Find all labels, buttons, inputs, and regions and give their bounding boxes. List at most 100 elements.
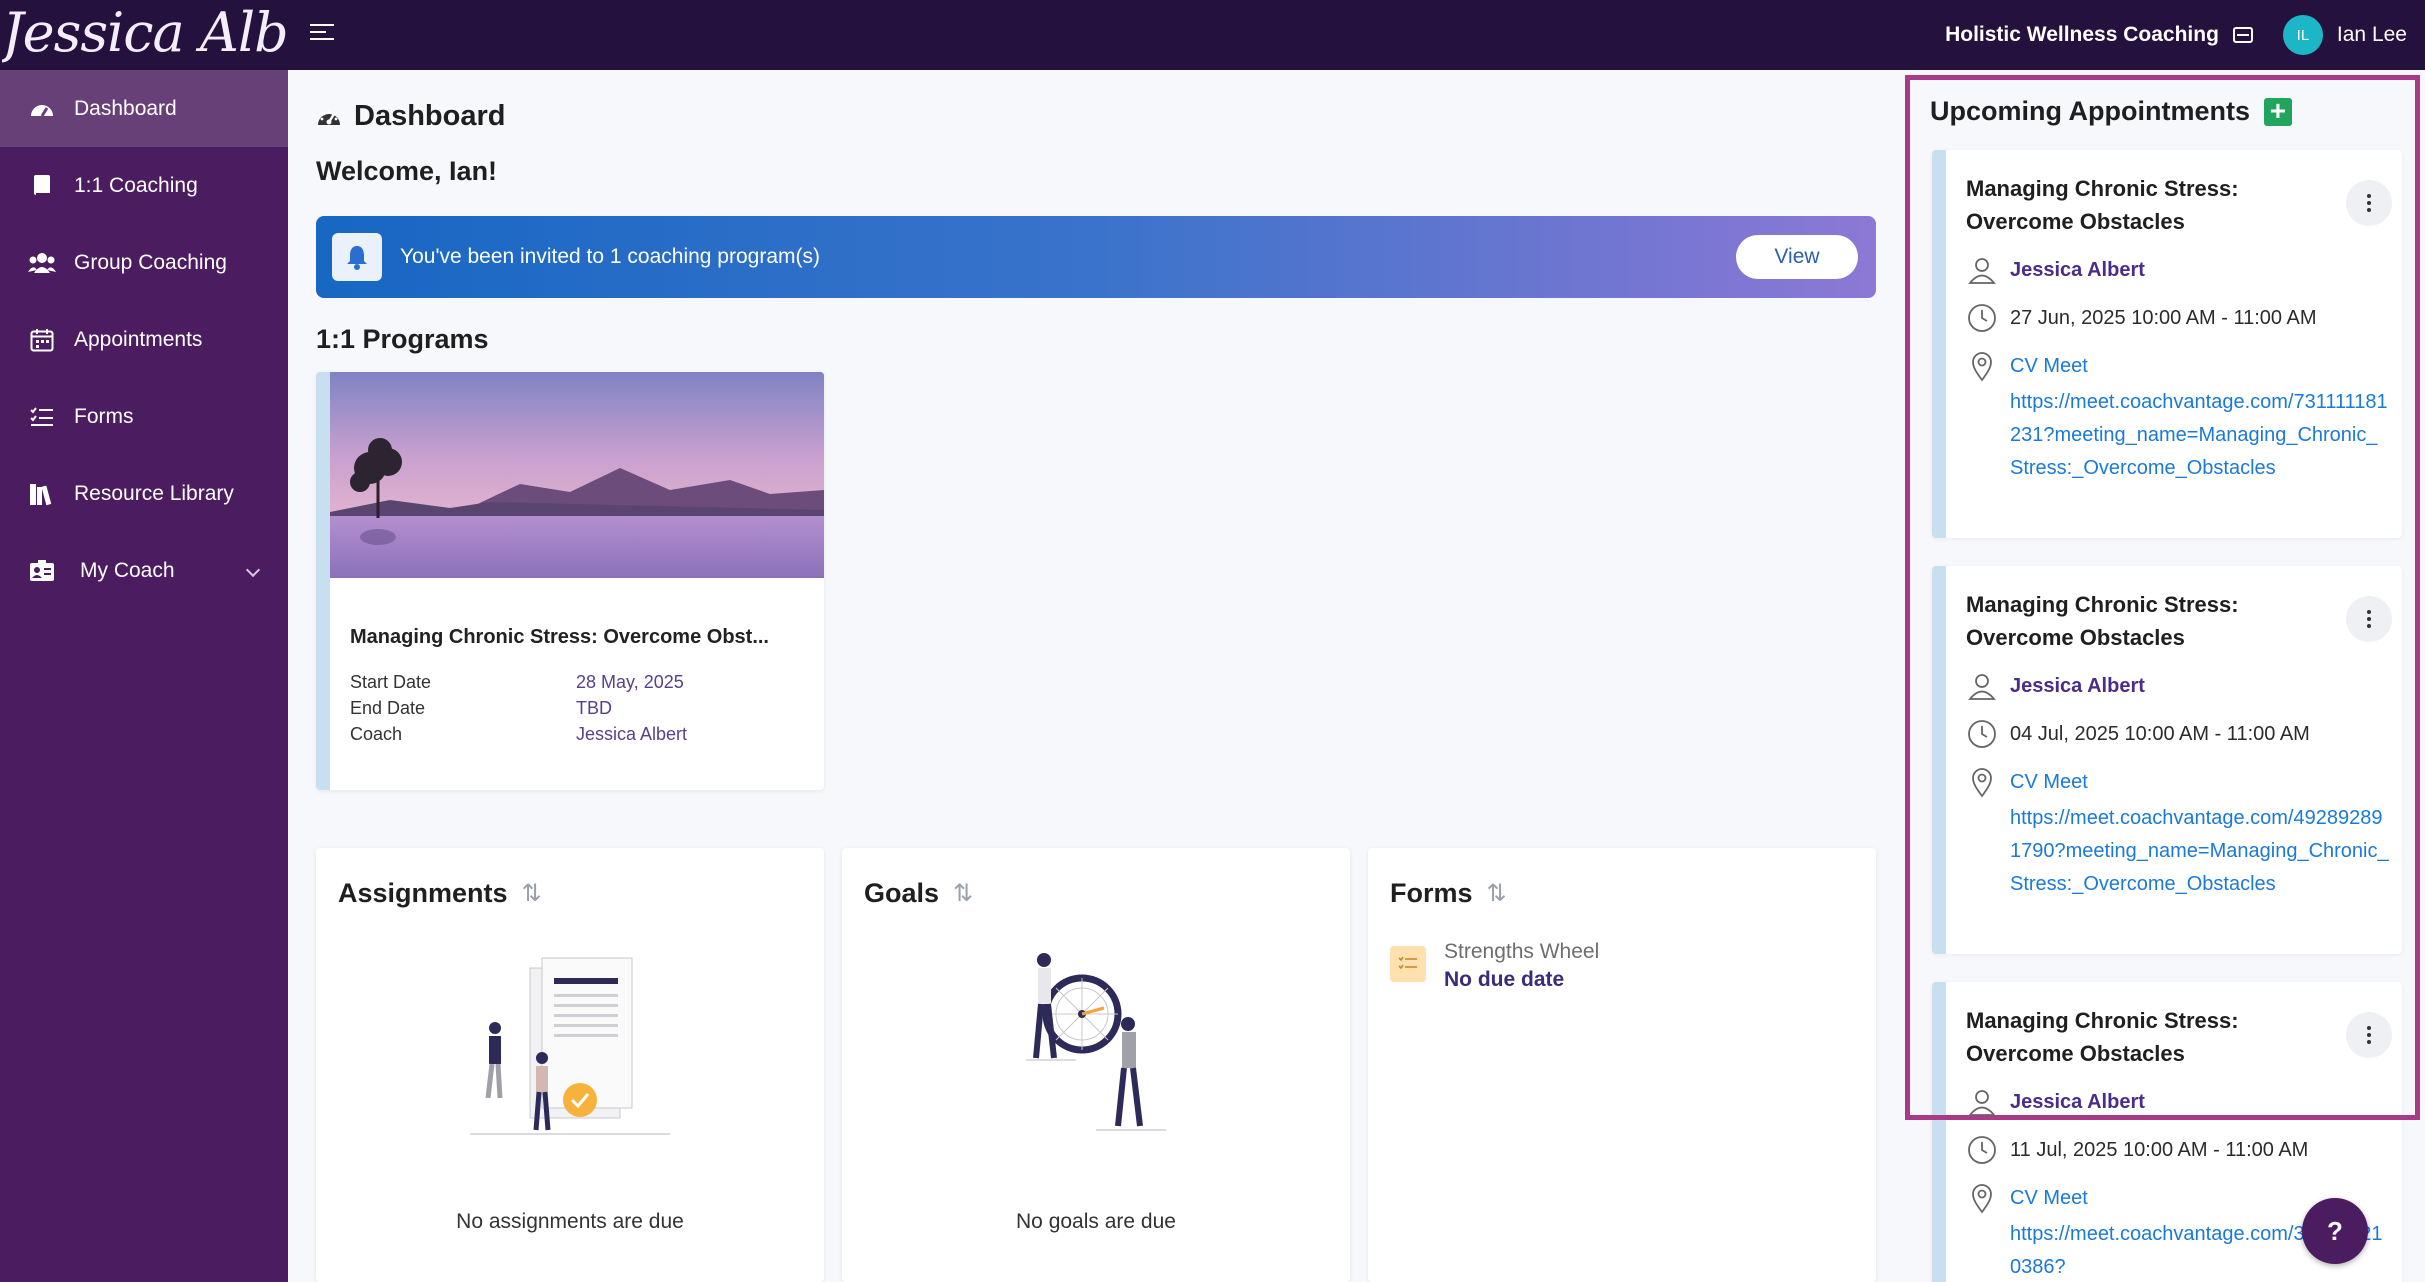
appointment-coach-row: Jessica Albert xyxy=(1966,670,2145,702)
start-date-label: Start Date xyxy=(350,672,432,692)
program-name[interactable]: Managing Chronic Stress: Overcome Obst..… xyxy=(350,626,810,649)
user-name[interactable]: Ian Lee xyxy=(2337,23,2407,47)
users-icon xyxy=(28,250,56,276)
location-pin-icon xyxy=(1972,1184,1992,1214)
page-title-text: Dashboard xyxy=(354,100,506,132)
coach-label: Coach xyxy=(350,724,403,744)
book-icon xyxy=(28,173,56,199)
appointment-title[interactable]: Managing Chronic Stress: Overcome Obstac… xyxy=(1966,1004,2326,1070)
avatar[interactable]: IL xyxy=(2282,15,2323,55)
form-checklist-icon xyxy=(1390,946,1426,982)
sidebar-item-appointments[interactable]: Appointments xyxy=(0,301,288,378)
sort-icon[interactable]: ⇅ xyxy=(1487,879,1507,908)
assignments-illustration xyxy=(470,957,670,1135)
more-options-icon[interactable] xyxy=(2346,1012,2392,1058)
help-button[interactable]: ? xyxy=(2302,1198,2368,1264)
form-due-date: No due date xyxy=(1444,968,1565,991)
appointment-coach[interactable]: Jessica Albert xyxy=(2010,259,2145,282)
appointment-card[interactable]: Managing Chronic Stress: Overcome Obstac… xyxy=(1932,150,2402,538)
appointment-location[interactable]: CV Meet xyxy=(2010,1187,2088,1210)
sidebar-item-1-1-coaching[interactable]: 1:1 Coaching xyxy=(0,147,288,224)
assignments-widget: Assignments ⇅ No assignments are due xyxy=(316,848,824,1282)
sidebar-item-label: Dashboard xyxy=(74,96,177,120)
clock-icon xyxy=(1968,720,1996,748)
appointment-time: 04 Jul, 2025 10:00 AM - 11:00 AM xyxy=(2010,722,2310,745)
appointment-time-row: 27 Jun, 2025 10:00 AM - 11:00 AM xyxy=(1966,302,2317,334)
appointment-coach[interactable]: Jessica Albert xyxy=(2010,675,2145,698)
sidebar-item-label: 1:1 Coaching xyxy=(74,173,198,197)
goals-title: Goals ⇅ xyxy=(864,878,973,909)
forms-title-text: Forms xyxy=(1390,878,1473,908)
top-bar: Jessica Albert Holistic Wellness Coachin… xyxy=(0,0,2425,70)
sidebar-item-label: Forms xyxy=(74,404,134,428)
add-appointment-icon[interactable]: + xyxy=(2263,96,2292,126)
switch-organization-icon[interactable] xyxy=(2232,27,2253,43)
appointments-panel-title-text: Upcoming Appointments xyxy=(1930,96,2250,126)
end-date-value: TBD xyxy=(576,698,612,718)
checklist-icon xyxy=(28,404,56,430)
chevron-down-icon[interactable] xyxy=(245,562,261,578)
dashboard-gauge-icon xyxy=(28,96,56,122)
appointment-coach[interactable]: Jessica Albert xyxy=(2010,1091,2145,1114)
appointment-coach-row: Jessica Albert xyxy=(1966,254,2145,286)
menu-toggle-icon[interactable] xyxy=(310,24,334,46)
sidebar-item-resource-library[interactable]: Resource Library xyxy=(0,455,288,532)
location-pin-icon xyxy=(1972,352,1992,382)
calendar-icon xyxy=(28,327,56,353)
bell-icon xyxy=(332,233,382,281)
sidebar-item-label: Appointments xyxy=(74,327,203,351)
meeting-link[interactable]: https://meet.coachvantage.com/4928928917… xyxy=(2010,802,2390,901)
goals-title-text: Goals xyxy=(864,878,940,908)
coach-card-icon xyxy=(28,558,56,584)
assignments-title-text: Assignments xyxy=(338,878,508,908)
user-icon xyxy=(1968,674,1996,700)
main-content: Dashboard Welcome, Ian! You've been invi… xyxy=(288,70,1902,1282)
sidebar-item-forms[interactable]: Forms xyxy=(0,378,288,455)
sidebar-item-group-coaching[interactable]: Group Coaching xyxy=(0,224,288,301)
brand-logo[interactable]: Jessica Albert xyxy=(2,0,288,70)
meeting-link[interactable]: https://meet.coachvantage.com/7311111812… xyxy=(2010,386,2390,485)
appointment-location-row: CV Meet xyxy=(1966,1182,2088,1214)
program-card[interactable]: Managing Chronic Stress: Overcome Obst..… xyxy=(316,372,824,790)
sidebar-item-label: Resource Library xyxy=(74,481,234,505)
clock-icon xyxy=(1968,304,1996,332)
invite-banner: You've been invited to 1 coaching progra… xyxy=(316,216,1876,298)
location-pin-icon xyxy=(1972,768,1992,798)
sort-icon[interactable]: ⇅ xyxy=(953,879,973,908)
form-list-item[interactable]: Strengths Wheel No due date xyxy=(1390,940,1599,992)
appointment-time-row: 11 Jul, 2025 10:00 AM - 11:00 AM xyxy=(1966,1134,2308,1166)
program-cover-image xyxy=(330,372,824,578)
organization-name[interactable]: Holistic Wellness Coaching xyxy=(1945,23,2219,47)
user-icon xyxy=(1968,1090,1996,1116)
appointment-title[interactable]: Managing Chronic Stress: Overcome Obstac… xyxy=(1966,588,2326,654)
goals-widget: Goals ⇅ No goals are due xyxy=(842,848,1350,1282)
coach-value[interactable]: Jessica Albert xyxy=(576,724,687,745)
goals-empty-text: No goals are due xyxy=(1016,1210,1176,1233)
appointment-location-row: CV Meet xyxy=(1966,350,2088,382)
sidebar-item-label: Group Coaching xyxy=(74,250,227,274)
forms-widget: Forms ⇅ Strengths Wheel No due date xyxy=(1368,848,1876,1282)
sidebar-item-dashboard[interactable]: Dashboard xyxy=(0,70,288,147)
upcoming-appointments-panel: Upcoming Appointments + Managing Chronic… xyxy=(1902,70,2425,1282)
sidebar-item-my-coach[interactable]: My Coach xyxy=(0,532,288,609)
sort-icon[interactable]: ⇅ xyxy=(522,879,542,908)
more-options-icon[interactable] xyxy=(2346,596,2392,642)
form-name[interactable]: Strengths Wheel xyxy=(1444,940,1599,964)
appointment-title[interactable]: Managing Chronic Stress: Overcome Obstac… xyxy=(1966,172,2326,238)
appointment-location[interactable]: CV Meet xyxy=(2010,771,2088,794)
welcome-message: Welcome, Ian! xyxy=(316,156,498,186)
end-date-label: End Date xyxy=(350,698,426,718)
user-icon xyxy=(1968,258,1996,284)
appointments-panel-title: Upcoming Appointments + xyxy=(1930,96,2292,127)
programs-section-title: 1:1 Programs xyxy=(316,324,489,354)
view-invitation-button[interactable]: View xyxy=(1736,235,1858,279)
books-icon xyxy=(28,481,56,507)
appointment-card[interactable]: Managing Chronic Stress: Overcome Obstac… xyxy=(1932,566,2402,954)
start-date-value: 28 May, 2025 xyxy=(576,672,684,692)
more-options-icon[interactable] xyxy=(2346,180,2392,226)
sidebar-item-label: My Coach xyxy=(80,558,175,582)
appointment-location-row: CV Meet xyxy=(1966,766,2088,798)
forms-title: Forms ⇅ xyxy=(1390,878,1507,909)
assignments-empty-text: No assignments are due xyxy=(456,1210,684,1233)
appointment-location[interactable]: CV Meet xyxy=(2010,355,2088,378)
